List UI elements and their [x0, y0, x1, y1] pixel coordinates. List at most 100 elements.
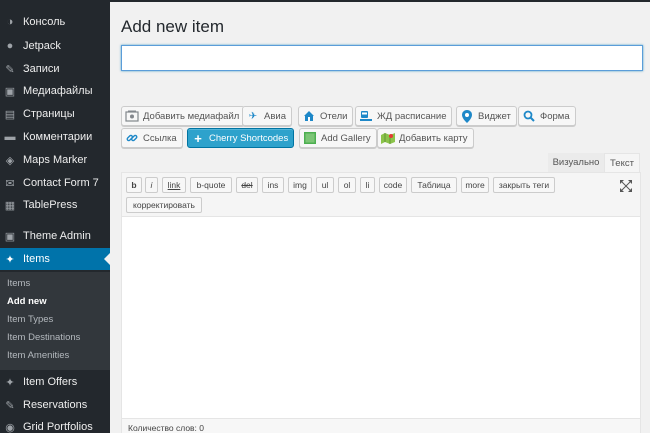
pages-icon: ▤ — [4, 108, 16, 121]
link-button[interactable]: Ссылка — [121, 128, 183, 148]
rail-label: ЖД расписание — [377, 110, 447, 122]
submenu-add-new[interactable]: Add new — [7, 296, 47, 307]
sidebar-item-grid-portfolios[interactable]: ◉ Grid Portfolios — [0, 416, 110, 433]
qt-more-button[interactable]: more — [461, 177, 489, 193]
sidebar-item-label: Grid Portfolios — [23, 421, 93, 433]
house-icon — [302, 109, 316, 123]
fullscreen-icon[interactable] — [620, 179, 632, 192]
sidebar-item-tablepress[interactable]: ▦ TablePress — [0, 194, 110, 216]
qt-ol-button[interactable]: ol — [338, 177, 356, 193]
mail-icon: ✉ — [5, 177, 15, 190]
submenu-item-amenities[interactable]: Item Amenities — [7, 350, 69, 361]
tab-visual[interactable]: Визуально — [548, 153, 604, 172]
form-label: Форма — [540, 110, 570, 122]
qt-ul-button[interactable]: ul — [316, 177, 334, 193]
media-icon — [125, 109, 139, 123]
sidebar-item-console[interactable]: ◑ Консоль — [0, 11, 110, 33]
form-button[interactable]: Форма — [518, 106, 576, 126]
table-icon: ▦ — [4, 199, 16, 212]
hotels-button[interactable]: Отели — [298, 106, 354, 126]
qt-img-button[interactable]: img — [288, 177, 312, 193]
sidebar-item-label: Комментарии — [23, 131, 93, 143]
plus-icon: + — [194, 130, 202, 146]
airplane-icon: ✈ — [248, 110, 258, 122]
sidebar-item-contact-form[interactable]: ✉ Contact Form 7 — [0, 172, 110, 194]
sidebar-item-label: Медиафайлы — [23, 85, 93, 97]
train-icon — [359, 109, 373, 123]
submenu-item-destinations[interactable]: Item Destinations — [7, 332, 80, 343]
add-map-button[interactable]: Добавить карту — [377, 128, 474, 148]
link-label: Ссылка — [143, 132, 177, 144]
sidebar-item-item-offers[interactable]: ✦ Item Offers — [0, 371, 110, 393]
qt-link-button[interactable]: link — [162, 177, 186, 193]
page-title: Add new item — [121, 17, 224, 36]
add-media-button[interactable]: Добавить медиафайл — [121, 106, 246, 126]
sidebar-item-label: Консоль — [23, 16, 66, 28]
sidebar-item-pages[interactable]: ▤ Страницы — [0, 103, 110, 125]
qt-li-button[interactable]: li — [360, 177, 375, 193]
cherry-shortcodes-button[interactable]: + Cherry Shortcodes — [187, 128, 295, 148]
sidebar-item-label: Items — [23, 253, 50, 265]
main-content: Add new item Добавить медиафайл ✈ Авиа О… — [110, 0, 650, 433]
word-count-status: Количество слов: 0 — [122, 418, 640, 433]
dashboard-icon: ◑ — [6, 16, 14, 28]
qt-del-button[interactable]: del — [236, 177, 258, 193]
title-input[interactable] — [121, 45, 643, 71]
cherry-label: Cherry Shortcodes — [209, 132, 289, 144]
qt-bold-button[interactable]: b — [126, 177, 142, 193]
search-icon — [522, 109, 536, 123]
sidebar-item-label: Jetpack — [23, 40, 61, 52]
qt-italic-button[interactable]: i — [145, 177, 158, 193]
sidebar-item-label: Maps Marker — [23, 154, 88, 166]
word-count: Количество слов: 0 — [128, 422, 205, 433]
comments-icon: ▬ — [4, 131, 16, 143]
grid-icon: ◉ — [5, 421, 15, 433]
sidebar-item-reservations[interactable]: ✎ Reservations — [0, 394, 110, 416]
qt-table-button[interactable]: Таблица — [411, 177, 457, 193]
sidebar-item-maps-marker[interactable]: ◈ Maps Marker — [0, 149, 110, 171]
add-gallery-label: Add Gallery — [321, 132, 371, 144]
submenu-item-types[interactable]: Item Types — [7, 314, 53, 325]
avia-label: Авиа — [264, 110, 286, 122]
items-icon: ✦ — [5, 253, 15, 266]
sidebar-item-label: Theme Admin — [23, 230, 91, 242]
add-media-label: Добавить медиафайл — [143, 110, 240, 122]
sidebar-item-label: Contact Form 7 — [23, 177, 99, 189]
map-icon — [381, 131, 395, 145]
link-icon — [125, 131, 139, 145]
editor-container: b i link b-quote del ins img ul ol li co… — [121, 172, 641, 433]
sidebar-item-items[interactable]: ✦ Items — [0, 248, 110, 270]
maps-icon: ◈ — [5, 154, 15, 167]
sidebar-item-label: Reservations — [23, 399, 88, 411]
sidebar-item-media[interactable]: ▣ Медиафайлы — [0, 80, 110, 102]
rail-schedule-button[interactable]: ЖД расписание — [355, 106, 453, 126]
qt-close-tags-button[interactable]: закрыть теги — [493, 177, 555, 193]
submenu-items[interactable]: Items — [7, 278, 30, 289]
reservations-icon: ✎ — [5, 399, 15, 412]
qt-ins-button[interactable]: ins — [262, 177, 284, 193]
sidebar-item-label: TablePress — [23, 199, 78, 211]
tab-text[interactable]: Текст — [604, 153, 640, 172]
sidebar-item-jetpack[interactable]: ● Jetpack — [0, 35, 110, 57]
items-submenu: Items Add new Item Types Item Destinatio… — [0, 272, 110, 370]
gallery-icon — [303, 131, 317, 145]
admin-sidebar: ◑ Консоль ● Jetpack ✎ Записи ▣ Медиафайл… — [0, 0, 110, 433]
avia-button[interactable]: ✈ Авиа — [242, 106, 292, 126]
jetpack-icon: ● — [6, 40, 14, 52]
sidebar-item-label: Страницы — [23, 108, 75, 120]
sidebar-item-label: Записи — [23, 63, 60, 75]
sidebar-item-label: Item Offers — [23, 376, 78, 388]
qt-code-button[interactable]: code — [379, 177, 407, 193]
add-gallery-button[interactable]: Add Gallery — [299, 128, 377, 148]
sidebar-item-theme-admin[interactable]: ▣ Theme Admin — [0, 225, 110, 247]
offers-icon: ✦ — [5, 376, 15, 389]
pin-icon: ✎ — [5, 63, 15, 76]
qt-bquote-button[interactable]: b-quote — [190, 177, 232, 193]
qt-spellcheck-button[interactable]: корректировать — [126, 197, 202, 213]
widget-button[interactable]: Виджет — [456, 106, 517, 126]
theme-icon: ▣ — [4, 230, 16, 243]
content-textarea[interactable] — [122, 218, 640, 418]
map-pin-icon — [460, 109, 474, 123]
sidebar-item-comments[interactable]: ▬ Комментарии — [0, 126, 110, 148]
sidebar-item-posts[interactable]: ✎ Записи — [0, 58, 110, 80]
